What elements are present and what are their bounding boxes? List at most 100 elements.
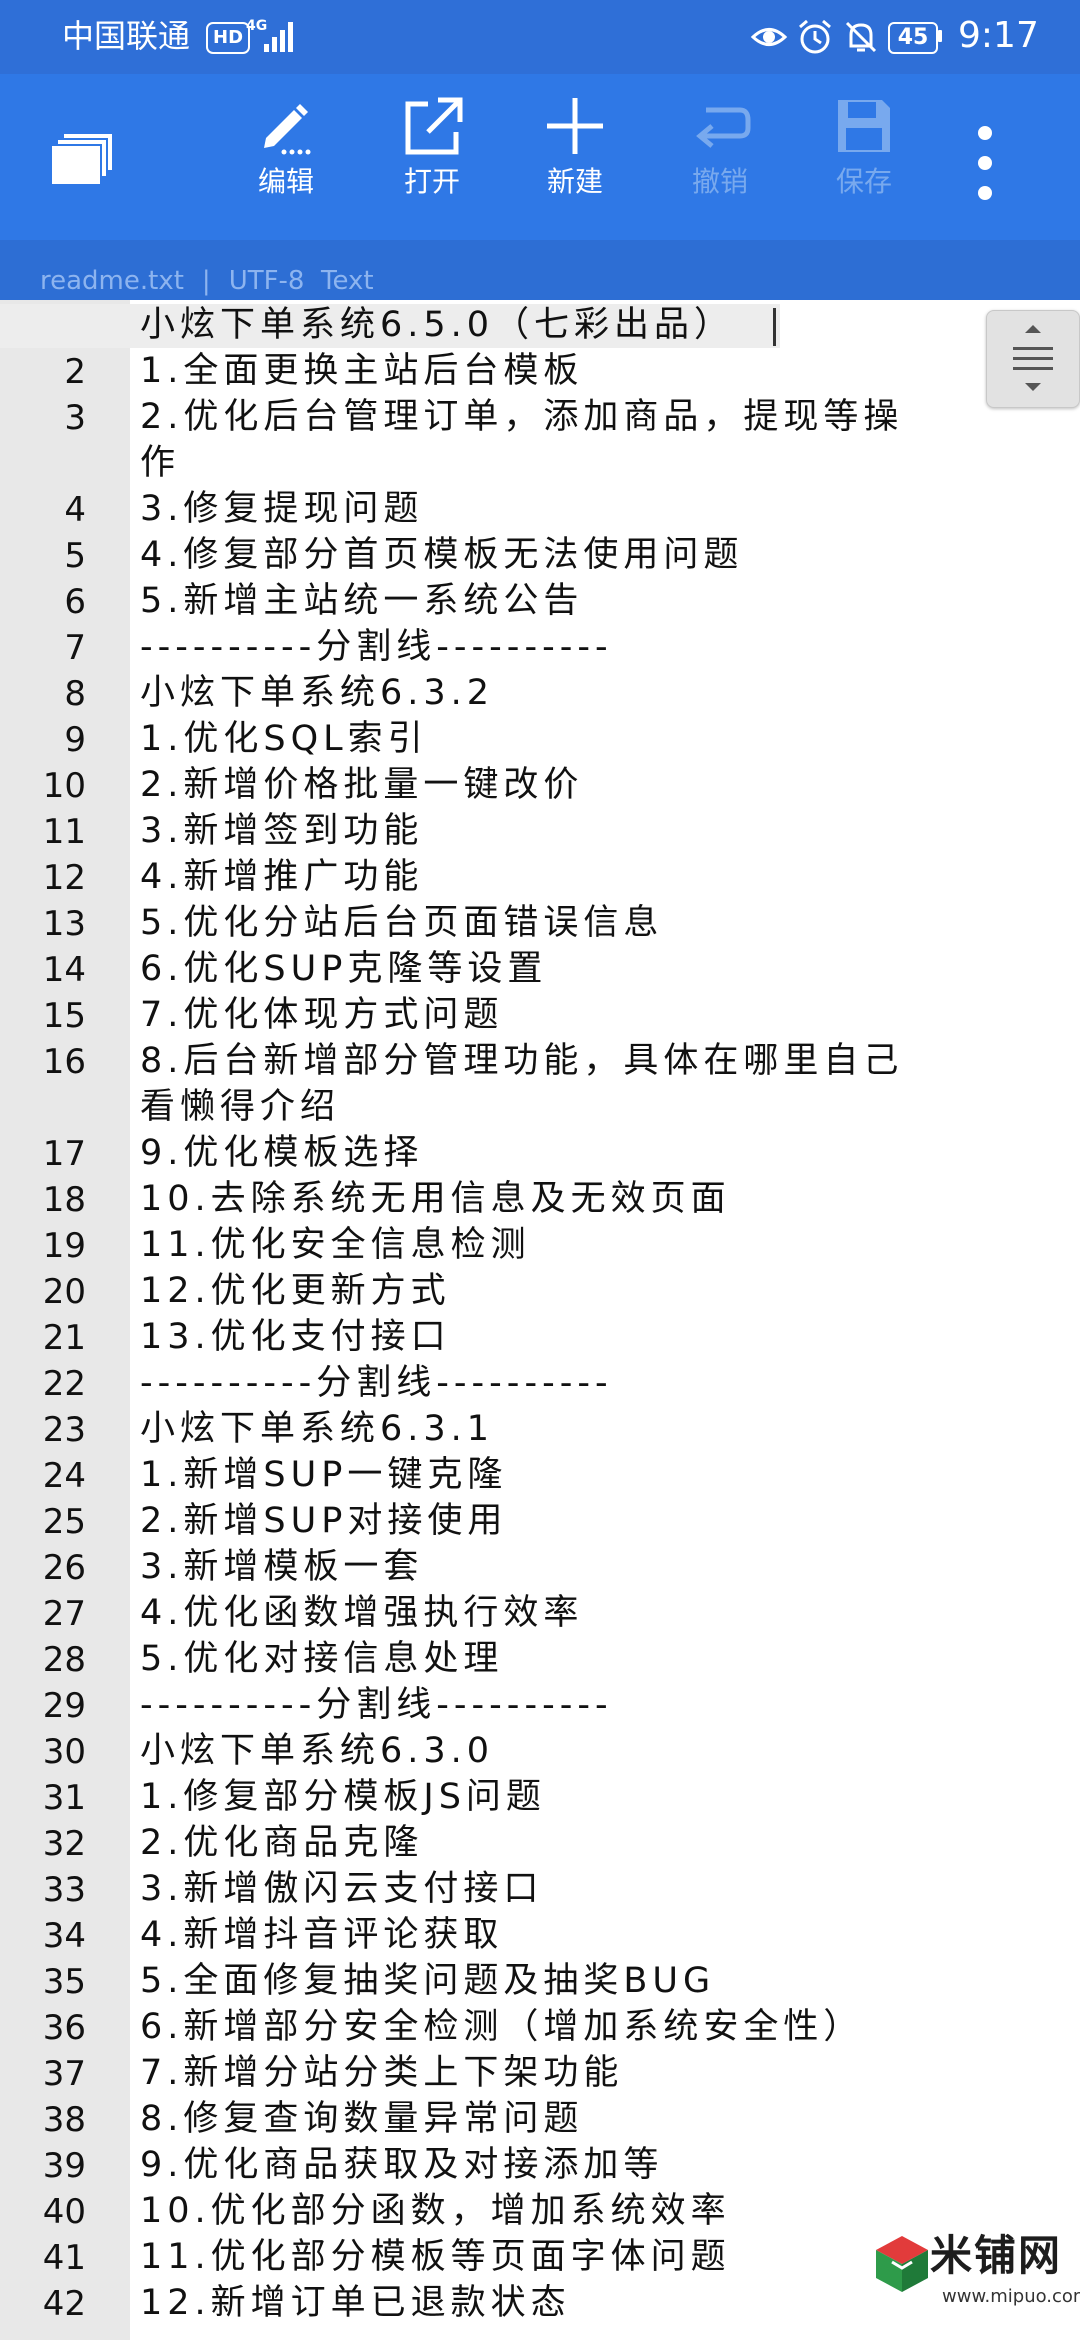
line-number: 36 — [42, 2008, 86, 2048]
line-number: 5 — [64, 536, 86, 576]
line-number: 13 — [42, 904, 86, 944]
line-number: 15 — [42, 996, 86, 1036]
code-line[interactable]: ----------分割线---------- — [140, 1360, 613, 1406]
signal-icon — [264, 22, 293, 52]
line-number: 16 — [42, 1042, 86, 1082]
code-line[interactable]: 6.新增部分安全检测（增加系统安全性） — [140, 2004, 863, 2050]
code-line[interactable]: ----------分割线---------- — [140, 1682, 613, 1728]
status-bar: 中国联通 HD 4G 45 9:17 — [0, 0, 1080, 74]
edit-button[interactable]: 编辑 — [226, 94, 346, 214]
line-number: 4 — [64, 490, 86, 530]
code-line[interactable]: 3.修复提现问题 — [140, 486, 423, 532]
new-button[interactable]: 新建 — [515, 94, 635, 214]
documents-icon[interactable] — [50, 130, 114, 186]
line-number: 19 — [42, 1226, 86, 1266]
code-line[interactable]: 5.优化对接信息处理 — [140, 1636, 503, 1682]
code-line[interactable]: 10.优化部分函数，增加系统效率 — [140, 2188, 731, 2234]
watermark-url: www.mipuo.com — [942, 2286, 1080, 2307]
code-line[interactable]: 1.新增SUP一键克隆 — [140, 1452, 507, 1498]
line-number: 21 — [42, 1318, 86, 1358]
code-line[interactable]: 7.优化体现方式问题 — [140, 992, 503, 1038]
code-line[interactable]: 10.去除系统无用信息及无效页面 — [140, 1176, 731, 1222]
line-number: 41 — [42, 2238, 86, 2278]
code-line[interactable]: 2.新增SUP对接使用 — [140, 1498, 507, 1544]
fast-scroll-handle[interactable] — [986, 310, 1080, 408]
file-mode: Text — [321, 266, 374, 296]
open-external-icon — [405, 97, 463, 155]
plus-icon — [547, 98, 603, 154]
code-line[interactable]: 2.优化后台管理订单，添加商品，提现等操 — [140, 394, 903, 440]
code-line[interactable]: 4.修复部分首页模板无法使用问题 — [140, 532, 743, 578]
code-line[interactable]: 12.新增订单已退款状态 — [140, 2280, 571, 2326]
code-line[interactable]: ----------分割线---------- — [140, 624, 613, 670]
code-line[interactable]: 3.新增傲闪云支付接口 — [140, 1866, 543, 1912]
line-number: 17 — [42, 1134, 86, 1174]
floppy-disk-icon — [838, 100, 890, 152]
code-line[interactable]: 2.优化商品克隆 — [140, 1820, 423, 1866]
line-number: 23 — [42, 1410, 86, 1450]
line-number: 24 — [42, 1456, 86, 1496]
site-watermark: 米铺网 www.mipuo.com — [872, 2226, 1080, 2340]
line-number: 7 — [64, 628, 86, 668]
code-line[interactable]: 11.优化部分模板等页面字体问题 — [140, 2234, 731, 2280]
code-line[interactable]: 1.修复部分模板JS问题 — [140, 1774, 546, 1820]
code-line[interactable]: 小炫下单系统6.5.0（七彩出品） — [140, 302, 734, 348]
code-line[interactable]: 作 — [140, 440, 180, 486]
code-line[interactable]: 7.新增分站分类上下架功能 — [140, 2050, 623, 2096]
code-line[interactable]: 8.修复查询数量异常问题 — [140, 2096, 583, 2142]
line-number: 37 — [42, 2054, 86, 2094]
code-line[interactable]: 1.全面更换主站后台模板 — [140, 348, 583, 394]
line-number: 31 — [42, 1778, 86, 1818]
code-line[interactable]: 5.全面修复抽奖问题及抽奖BUG — [140, 1958, 715, 2004]
code-line[interactable]: 3.新增模板一套 — [140, 1544, 423, 1590]
text-cursor — [773, 308, 776, 346]
code-line[interactable]: 2.新增价格批量一键改价 — [140, 762, 583, 808]
save-button[interactable]: 保存 — [804, 94, 924, 214]
text-editor[interactable]: 1234567891011121314151617181920212223242… — [0, 300, 1080, 2340]
battery-icon — [938, 30, 942, 42]
scroll-handle-icon — [1013, 325, 1053, 391]
code-line[interactable]: 5.新增主站统一系统公告 — [140, 578, 583, 624]
code-line[interactable]: 9.优化模板选择 — [140, 1130, 423, 1176]
code-line[interactable]: 3.新增签到功能 — [140, 808, 423, 854]
cube-logo-icon — [876, 2236, 928, 2292]
carrier-name: 中国联通 — [62, 17, 191, 55]
line-number: 42 — [42, 2284, 86, 2324]
alarm-icon — [799, 19, 831, 54]
code-line[interactable]: 小炫下单系统6.3.1 — [140, 1406, 494, 1452]
code-line[interactable]: 9.优化商品获取及对接添加等 — [140, 2142, 663, 2188]
code-line[interactable]: 4.新增推广功能 — [140, 854, 423, 900]
line-number: 14 — [42, 950, 86, 990]
line-number: 30 — [42, 1732, 86, 1772]
undo-button[interactable]: 撤销 — [660, 94, 780, 214]
code-line[interactable]: 4.新增抖音评论获取 — [140, 1912, 503, 1958]
line-number: 20 — [42, 1272, 86, 1312]
code-line[interactable]: 11.优化安全信息检测 — [140, 1222, 531, 1268]
line-number: 8 — [64, 674, 86, 714]
code-line[interactable]: 看懒得介绍 — [140, 1084, 340, 1130]
line-number: 18 — [42, 1180, 86, 1220]
open-button[interactable]: 打开 — [372, 94, 492, 214]
line-number: 27 — [42, 1594, 86, 1634]
code-line[interactable]: 小炫下单系统6.3.0 — [140, 1728, 494, 1774]
line-number: 38 — [42, 2100, 86, 2140]
code-line[interactable]: 12.优化更新方式 — [140, 1268, 451, 1314]
line-number: 26 — [42, 1548, 86, 1588]
more-options-icon[interactable] — [964, 122, 1008, 206]
code-line[interactable]: 4.优化函数增强执行效率 — [140, 1590, 583, 1636]
line-number: 6 — [64, 582, 86, 622]
line-number-gutter: 1234567891011121314151617181920212223242… — [0, 300, 130, 2340]
code-line[interactable]: 小炫下单系统6.3.2 — [140, 670, 494, 716]
file-encoding: UTF-8 — [228, 266, 305, 296]
eye-icon — [750, 28, 788, 46]
line-number: 35 — [42, 1962, 86, 2002]
code-line[interactable]: 5.优化分站后台页面错误信息 — [140, 900, 663, 946]
edit-label: 编辑 — [257, 165, 314, 198]
code-line[interactable]: 6.优化SUP克隆等设置 — [140, 946, 547, 992]
line-number: 12 — [42, 858, 86, 898]
dot — [978, 186, 992, 200]
code-line[interactable]: 1.优化SQL索引 — [140, 716, 428, 762]
code-line[interactable]: 8.后台新增部分管理功能，具体在哪里自己 — [140, 1038, 903, 1084]
line-number: 3 — [64, 398, 86, 438]
code-line[interactable]: 13.优化支付接口 — [140, 1314, 451, 1360]
